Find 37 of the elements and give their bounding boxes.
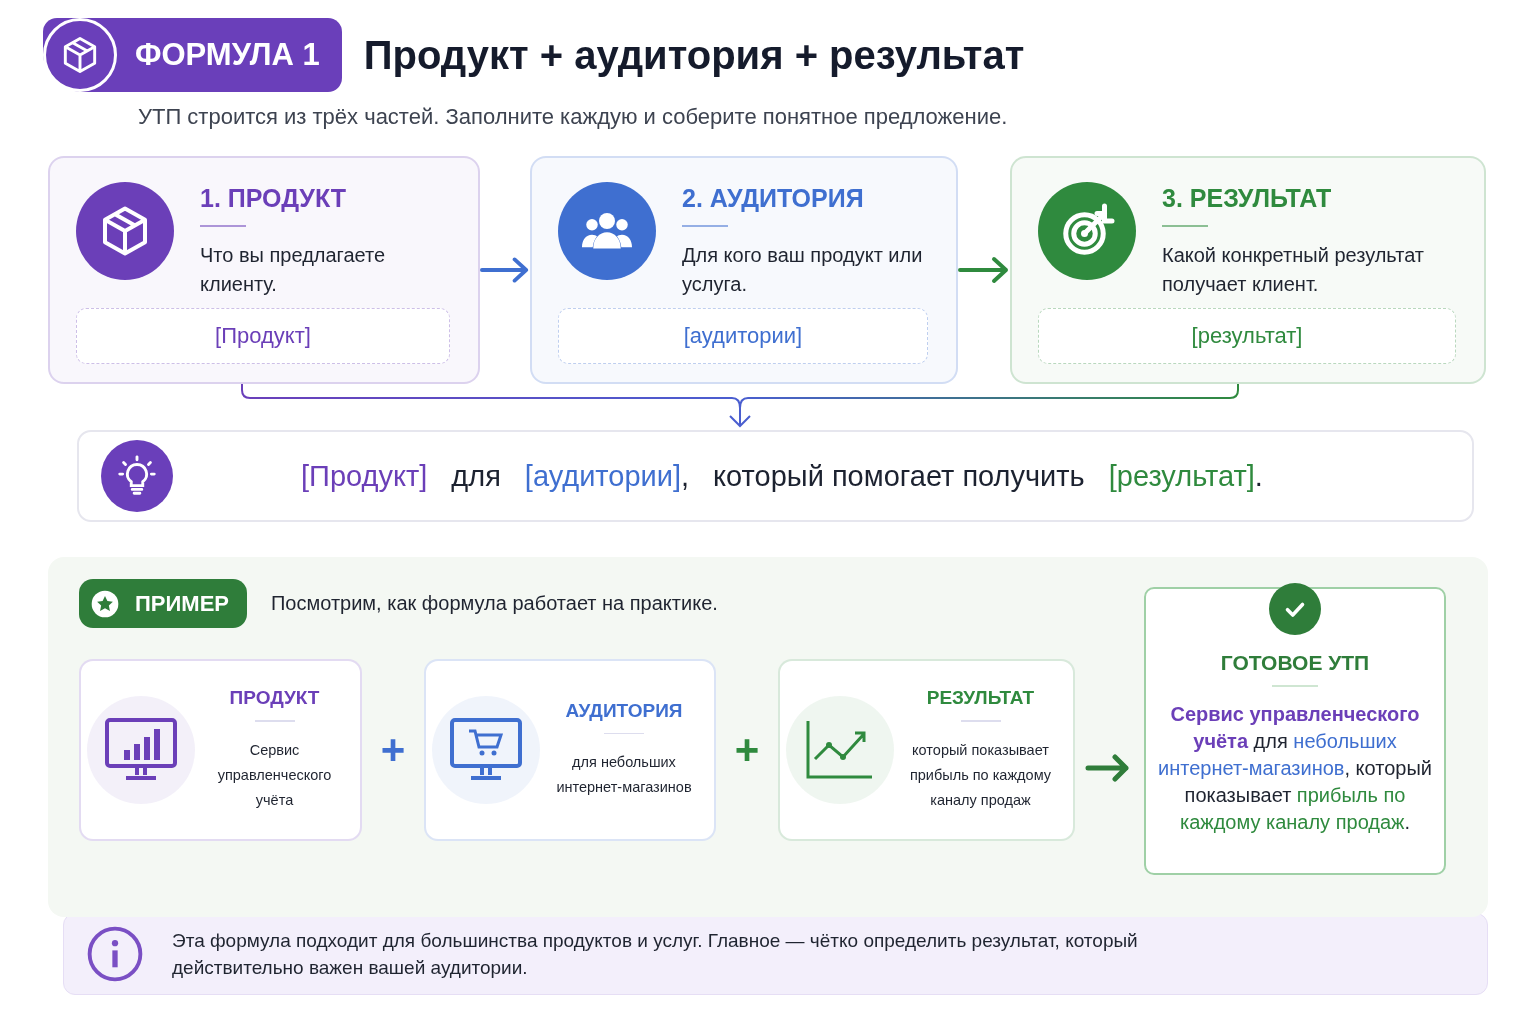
formula-text: который помогает получить [713,459,1085,493]
result-title: ГОТОВОЕ УТП [1220,651,1370,675]
step-description: Какой конкретный результат получает клиент. [1162,243,1425,297]
monitor-cart-icon [449,717,523,783]
intro-text: Посмотрим, как формула работает на практике. [271,592,718,615]
example-title: РЕЗУЛЬТАТ [926,687,1035,710]
punctuation: . [1254,459,1263,493]
placeholder-slot: [результат] [1038,308,1456,364]
plus-sign: + [379,726,407,774]
badge-label: ПРИМЕР [135,590,229,617]
punctuation: , [681,459,690,493]
example-text: для небольших интернет-магазинов [555,753,693,798]
placeholder-slot: [аудитории] [558,308,928,364]
note-text: Эта формула подходит для большинства продуктов и услуг. Главное — чётко определить результат, который действительно важен вашей аудитории. [172,929,1139,980]
step-title: 2. АУДИТОРИЯ [682,184,865,213]
info-icon [86,925,144,983]
formula-text: для [451,459,501,493]
badge-label: ФОРМУЛА 1 [135,37,320,73]
formula-slot: [аудитории] [524,459,682,493]
plus-sign: + [733,726,761,774]
step-title: 3. РЕЗУЛЬТАТ [1162,184,1333,213]
right-arrow-icon [958,255,1010,285]
example-text: который показывает прибыль по каждому каналу продаж [908,740,1053,810]
placeholder-slot: [Продукт] [76,308,450,364]
step-title: 1. ПРОДУКТ [200,184,348,213]
monitor-chart-icon [104,717,178,783]
formula-slot: [результат] [1108,459,1255,493]
page-title: Продукт + аудитория + результат [363,32,1025,78]
step-description: Что вы предлагаете клиенту. [200,243,387,297]
result-text: Сервис управленческого учёта для небольших интернет-магазинов, который показывает прибыль по каждому каналу продаж. [1158,701,1432,835]
example-title: АУДИТОРИЯ [565,699,683,722]
subtitle: УТП строится из трёх частей. Заполните каждую и соберите понятное предложение. [138,104,1009,130]
right-arrow-icon [480,255,530,285]
step-description: Для кого ваш продукт или услуга. [682,243,924,297]
example-title: ПРОДУКТ [229,687,320,710]
example-text: Сервис управленческого учёта [216,740,333,810]
formula-slot: [Продукт] [301,459,428,493]
